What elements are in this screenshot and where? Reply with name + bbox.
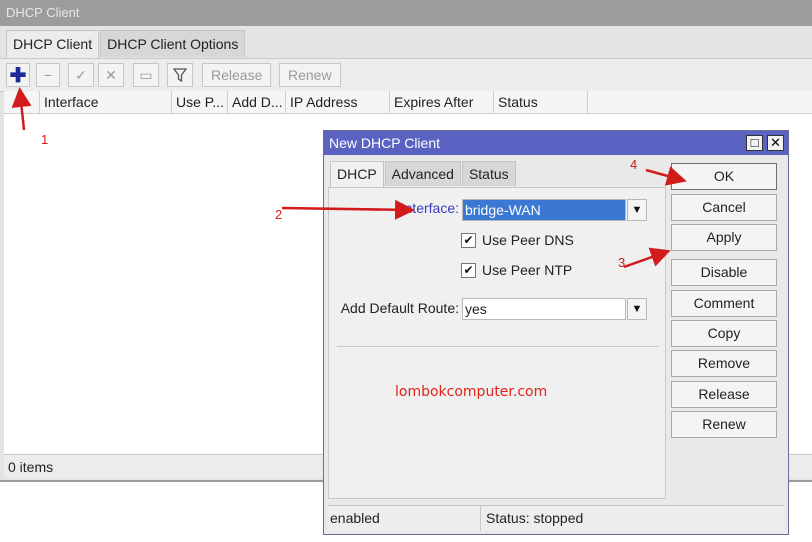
use-peer-ntp-checkbox[interactable]: ✔ Use Peer NTP (461, 262, 572, 278)
enabled-status: enabled (328, 506, 481, 531)
disable-button[interactable]: Disable (671, 259, 777, 286)
column-header-expires-after[interactable]: Expires After (390, 91, 494, 113)
use-peer-dns-label: Use Peer DNS (482, 232, 574, 248)
checkbox-check-icon: ✔ (461, 232, 476, 248)
dialog-title-text: New DHCP Client (329, 135, 440, 151)
apply-button[interactable]: Apply (671, 224, 777, 251)
dialog-status-bar: enabled Status: stopped (328, 505, 784, 531)
annotation-1: 1 (41, 132, 49, 147)
column-header-add-default[interactable]: Add D... (228, 91, 286, 113)
column-header-flags[interactable] (4, 91, 40, 113)
cross-icon: ✕ (105, 66, 117, 83)
dhcp-settings-panel: Interface: bridge-WAN ▼ ✔ Use Peer DNS ✔… (328, 187, 666, 499)
toolbar: ✚ − ✓ ✕ ▭ Release Renew (0, 58, 812, 92)
tab-advanced[interactable]: Advanced (384, 161, 461, 186)
default-route-label: Add Default Route: (340, 300, 459, 316)
remove-button[interactable]: − (36, 63, 60, 87)
maximize-icon: □ (750, 135, 759, 150)
remove-button[interactable]: Remove (671, 350, 777, 377)
annotation-3: 3 (618, 255, 626, 270)
window-title: DHCP Client (0, 0, 812, 26)
dialog-tabs: DHCP Advanced Status (330, 161, 517, 188)
filter-button[interactable] (167, 63, 193, 87)
comment-button[interactable]: ▭ (133, 63, 159, 87)
tab-status[interactable]: Status (461, 161, 516, 186)
default-route-dropdown-button[interactable]: ▼ (627, 298, 647, 320)
release-button[interactable]: Release (671, 381, 777, 408)
dialog-title: New DHCP Client (324, 131, 788, 155)
tab-dhcp-client-options[interactable]: DHCP Client Options (100, 30, 246, 57)
maximize-button[interactable]: □ (746, 135, 763, 151)
comment-icon: ▭ (139, 66, 153, 83)
tab-dhcp-client[interactable]: DHCP Client (6, 30, 100, 59)
release-button[interactable]: Release (202, 63, 272, 87)
interface-select[interactable]: bridge-WAN (462, 199, 626, 221)
renew-button[interactable]: Renew (671, 411, 777, 438)
interface-label: Interface: (400, 200, 459, 216)
column-header-ip-address[interactable]: IP Address (286, 91, 390, 113)
minus-icon: − (43, 67, 53, 83)
use-peer-ntp-label: Use Peer NTP (482, 262, 573, 278)
default-route-select[interactable]: yes (462, 298, 626, 320)
plus-icon: ✚ (9, 64, 27, 87)
annotation-4: 4 (630, 157, 638, 172)
run-status: Status: stopped (486, 510, 584, 526)
renew-button[interactable]: Renew (279, 63, 341, 87)
watermark: lombokcomputer.com (395, 384, 548, 400)
close-button[interactable]: ✕ (767, 135, 784, 151)
dropdown-arrow-icon: ▼ (631, 204, 643, 216)
tab-dhcp[interactable]: DHCP (330, 161, 384, 188)
copy-button[interactable]: Copy (671, 320, 777, 347)
table-header: Interface Use P... Add D... IP Address E… (4, 91, 812, 114)
disable-button[interactable]: ✕ (98, 63, 124, 87)
interface-dropdown-button[interactable]: ▼ (627, 199, 647, 221)
filter-icon (173, 68, 187, 83)
separator (337, 346, 659, 347)
new-dhcp-client-dialog: New DHCP Client □ ✕ DHCP Advanced Status… (323, 130, 789, 535)
annotation-2: 2 (275, 207, 283, 222)
ok-button[interactable]: OK (671, 163, 777, 190)
enable-button[interactable]: ✓ (68, 63, 94, 87)
cancel-button[interactable]: Cancel (671, 194, 777, 221)
check-icon: ✓ (75, 66, 87, 83)
use-peer-dns-checkbox[interactable]: ✔ Use Peer DNS (461, 232, 574, 248)
window-tabs: DHCP Client DHCP Client Options (6, 30, 246, 59)
close-icon: ✕ (770, 135, 781, 150)
column-header-use-peer[interactable]: Use P... (172, 91, 228, 113)
comment-button[interactable]: Comment (671, 290, 777, 317)
column-header-status[interactable]: Status (494, 91, 588, 113)
column-header-interface[interactable]: Interface (40, 91, 172, 113)
add-button[interactable]: ✚ (6, 63, 30, 87)
dropdown-arrow-icon: ▼ (631, 303, 643, 315)
checkbox-check-icon: ✔ (461, 262, 476, 278)
